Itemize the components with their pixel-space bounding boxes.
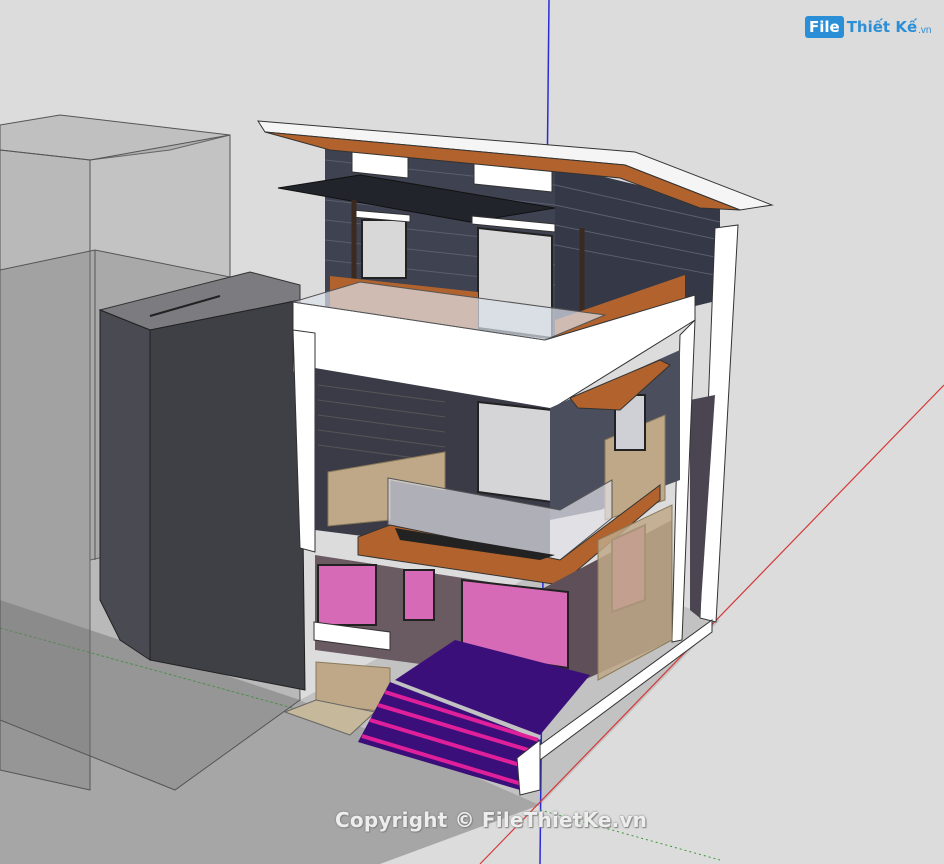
middle-window <box>477 400 553 504</box>
logo-suffix: .vn <box>918 24 932 36</box>
pink-window-small <box>403 569 435 621</box>
sketchup-viewport[interactable]: File Thiết Kế .vn Copyright © FileThietK… <box>0 0 944 864</box>
top-window-left <box>361 219 407 279</box>
neighbor-side <box>149 299 306 691</box>
logo-text: Thiết Kế <box>846 18 918 36</box>
neighbor-front <box>99 309 151 661</box>
logo-box: File <box>805 16 844 38</box>
copyright-watermark: Copyright © FileThietKe.vn <box>335 808 648 832</box>
filethietke-logo: File Thiết Kế .vn <box>805 14 931 40</box>
pink-window-left <box>317 564 377 626</box>
model-canvas[interactable] <box>0 0 944 864</box>
